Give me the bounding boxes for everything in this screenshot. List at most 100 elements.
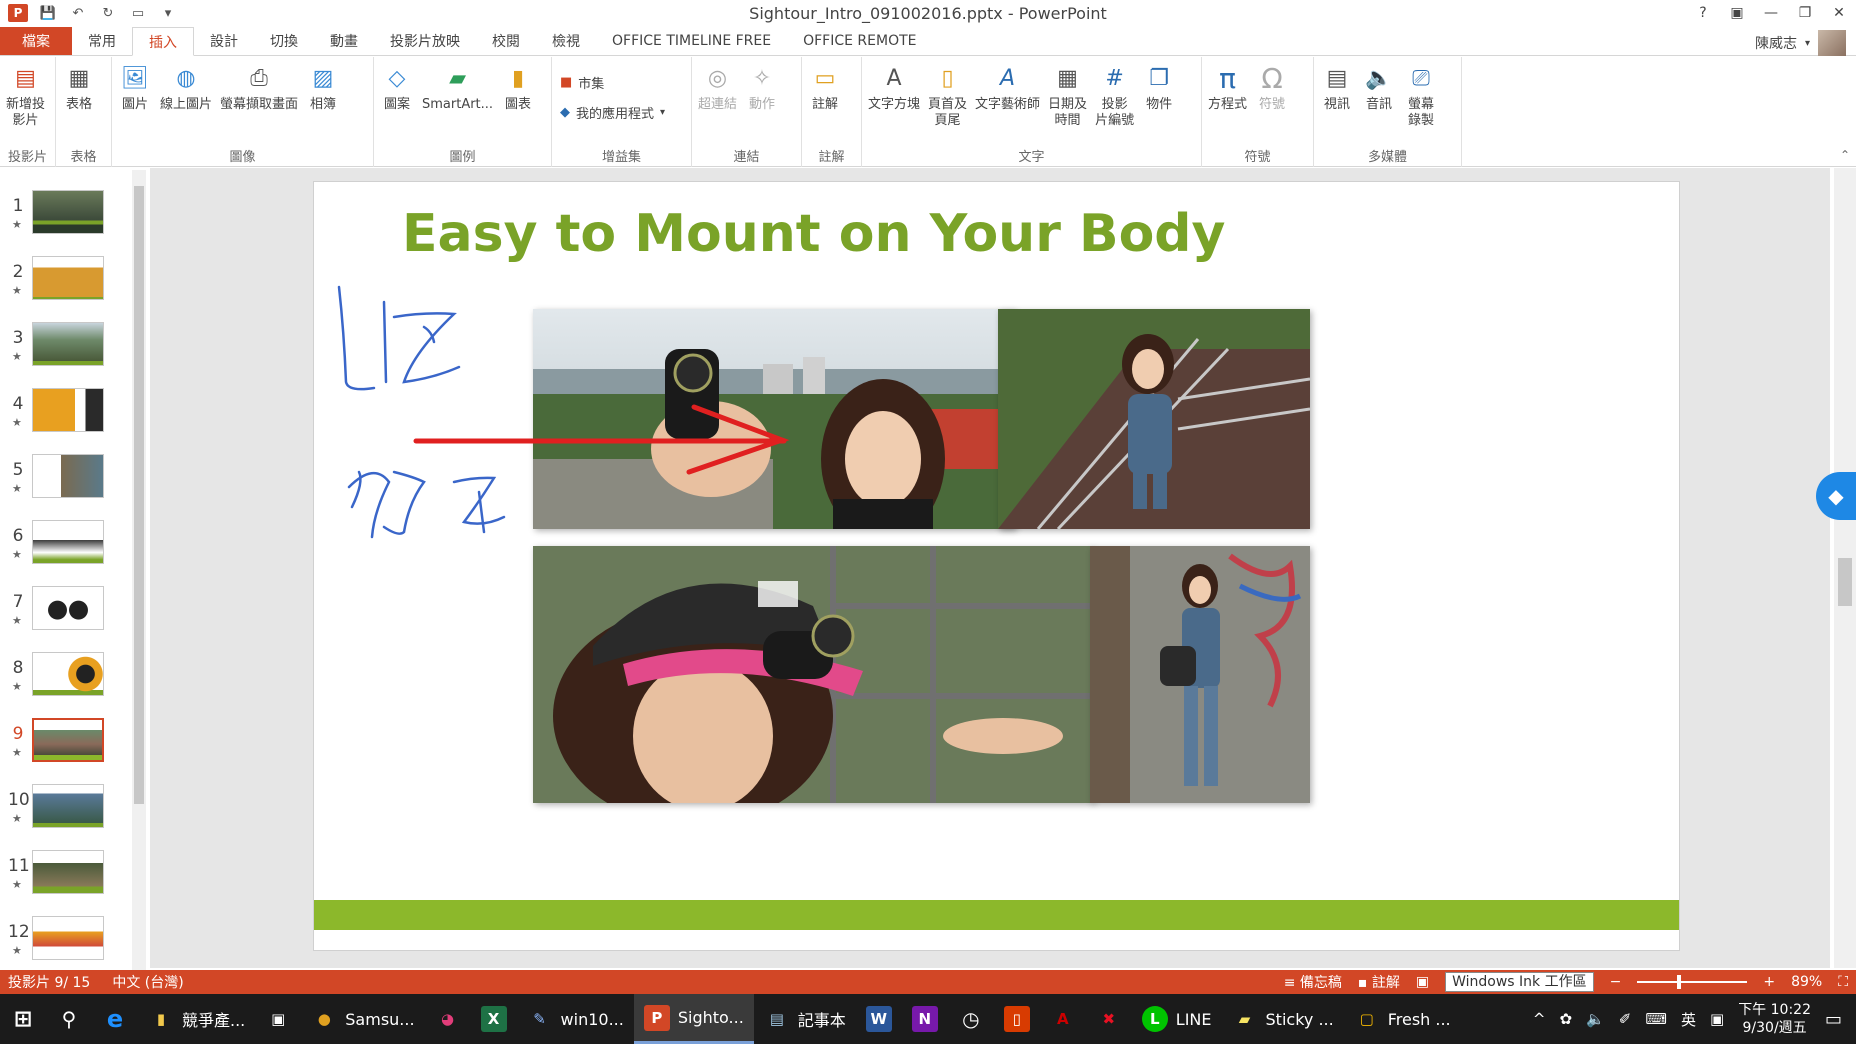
header-footer-button[interactable]: ▯ 頁首及 頁尾 [924,59,971,131]
equation-button[interactable]: π 方程式 [1204,59,1251,115]
wordart-button[interactable]: A 文字藝術師 [971,59,1044,115]
taskbar-notepad[interactable]: ▤ 記事本 [754,994,856,1044]
redo-icon[interactable]: ↻ [98,4,118,22]
dropbox-tray-icon[interactable]: ✿ [1559,1010,1572,1028]
volume-icon[interactable]: 🔈 [1586,1010,1605,1028]
close-button[interactable]: ✕ [1822,0,1856,26]
comment-button[interactable]: ▭ 註解 [804,59,846,115]
taskbar-chrome[interactable]: ● Samsu... [301,994,424,1044]
keyboard-icon[interactable]: ⌨ [1645,1010,1667,1028]
tab-slideshow[interactable]: 投影片放映 [374,27,476,55]
new-slide-button[interactable]: ▤ 新增投 影片 [2,59,49,131]
show-hidden-icons-icon[interactable]: ^ [1533,1010,1546,1028]
taskbar-fresh[interactable]: ▢ Fresh ... [1344,994,1461,1044]
store-button[interactable]: ■ 市集 [554,67,610,97]
present-from-start-icon[interactable]: ▭ [128,4,148,22]
screen-recording-button[interactable]: ⎚ 螢幕 錄製 [1400,59,1442,131]
collapse-ribbon-icon[interactable]: ⌃ [1840,148,1850,162]
object-button[interactable]: ❐ 物件 [1138,59,1180,115]
scrollbar-thumb[interactable] [1838,558,1852,606]
zoom-in-icon[interactable]: + [1763,974,1775,990]
zoom-out-icon[interactable]: − [1610,974,1622,990]
taskbar-start[interactable]: ⊞ [0,994,46,1044]
smartart-button[interactable]: ▰ SmartArt... [418,59,497,115]
symbol-button[interactable]: Ω 符號 [1251,59,1293,115]
zoom-slider[interactable] [1637,975,1748,989]
taskbar-paint[interactable]: ✎ win10... [517,994,634,1044]
minimize-button[interactable]: — [1754,0,1788,26]
taskbar-store[interactable]: ▣ [255,994,301,1044]
taskbar-alarm[interactable]: ◷ [948,994,994,1044]
online-picture-button[interactable]: ◍ 線上圖片 [156,59,216,115]
tab-office-timeline[interactable]: OFFICE TIMELINE FREE [596,27,787,55]
zoom-slider-thumb[interactable] [1677,975,1682,989]
ime-language-indicator[interactable]: 英 [1681,1009,1696,1030]
table-button[interactable]: ▦ 表格 [58,59,100,115]
ribbon-display-options-icon[interactable]: ▣ [1720,0,1754,26]
textbox-button[interactable]: A 文字方塊 [864,59,924,115]
taskbar-word[interactable]: W [856,994,902,1044]
undo-icon[interactable]: ↶ [68,4,88,22]
video-button[interactable]: ▤ 視訊 [1316,59,1358,115]
slide-thumbnail[interactable]: 1 ★ [0,190,120,240]
action-button[interactable]: ✧ 動作 [741,59,783,115]
slide-thumbnail[interactable]: 4 ★ [0,388,120,438]
chart-button[interactable]: ▮ 圖表 [497,59,539,115]
taskbar-folder[interactable]: ▮ 競爭產... [138,994,255,1044]
slide[interactable]: Easy to Mount on Your Body [313,181,1680,951]
screenshot-button[interactable]: ⎙ 螢幕擷取畫面 [216,59,302,115]
slide-thumbnail[interactable]: 3 ★ [0,322,120,372]
save-icon[interactable]: 💾 [38,4,58,22]
taskbar-search[interactable]: ⚲ [46,994,92,1044]
slide-thumbnail[interactable]: 10 ★ [0,784,120,834]
tab-view[interactable]: 檢視 [536,27,596,55]
slide-number-button[interactable]: # 投影 片編號 [1091,59,1138,131]
customize-qat-icon[interactable]: ▾ [158,4,178,22]
my-addins-button[interactable]: ◆ 我的應用程式 ▾ [554,97,671,127]
system-clock[interactable]: 下午 10:22 9/30/週五 [1738,1001,1811,1037]
ink-annotation-layer[interactable] [314,182,1680,951]
powerpoint-logo-icon[interactable]: P [8,4,28,22]
taskbar-onenote[interactable]: N [902,994,948,1044]
slide-thumbnail[interactable]: 2 ★ [0,256,120,306]
restore-button[interactable]: ❐ [1788,0,1822,26]
action-center-icon[interactable]: ▭ [1825,1009,1842,1030]
taskbar-edge[interactable]: e [92,994,138,1044]
normal-view-icon[interactable]: ▣ [1416,974,1429,990]
picture-button[interactable]: 🖼 圖片 [114,59,156,115]
tab-insert[interactable]: 插入 [132,27,194,56]
slide-thumbnail[interactable]: 12 ★ [0,916,120,966]
user-account[interactable]: 陳威志 ▾ [1755,30,1846,56]
tab-home[interactable]: 常用 [72,27,132,55]
tab-design[interactable]: 設計 [194,27,254,55]
tab-file[interactable]: 檔案 [0,27,72,55]
dropbox-icon[interactable]: ◆ [1816,472,1856,520]
language-indicator[interactable]: 中文 (台灣) [112,972,183,992]
scrollbar-thumb[interactable] [134,186,144,804]
album-button[interactable]: ▨ 相簿 [302,59,344,115]
date-time-button[interactable]: ▦ 日期及 時間 [1044,59,1091,131]
slide-thumbnail[interactable]: 5 ★ [0,454,120,504]
ime-mode-icon[interactable]: ▣ [1710,1010,1724,1028]
slide-thumbnail-selected[interactable]: 9 ★ [0,718,120,768]
slide-counter[interactable]: 投影片 9/ 15 [8,972,90,992]
notes-button[interactable]: ≡ 備忘稿 [1284,972,1342,992]
taskbar-office[interactable]: ▯ [994,994,1040,1044]
taskbar-excel[interactable]: X [471,994,517,1044]
tab-transitions[interactable]: 切換 [254,27,314,55]
taskbar-x-app[interactable]: ✖ [1086,994,1132,1044]
zoom-level[interactable]: 89% [1791,974,1822,990]
comments-button[interactable]: ▪ 註解 [1358,972,1400,992]
help-icon[interactable]: ? [1686,0,1720,26]
taskbar-powerpoint[interactable]: P Sighto... [633,994,754,1044]
taskbar-line[interactable]: L LINE [1132,994,1222,1044]
slide-thumbnail[interactable]: 7 ★ [0,586,120,636]
pen-workspace-icon[interactable]: ✐ [1619,1010,1632,1028]
slide-thumbnail[interactable]: 8 ★ [0,652,120,702]
tab-office-remote[interactable]: OFFICE REMOTE [787,27,932,55]
taskbar-lips[interactable]: ◕ [425,994,471,1044]
slide-thumbnail[interactable]: 6 ★ [0,520,120,570]
taskbar-acrobat[interactable]: A [1040,994,1086,1044]
hyperlink-button[interactable]: ◎ 超連結 [694,59,741,115]
audio-button[interactable]: 🔈 音訊 [1358,59,1400,115]
